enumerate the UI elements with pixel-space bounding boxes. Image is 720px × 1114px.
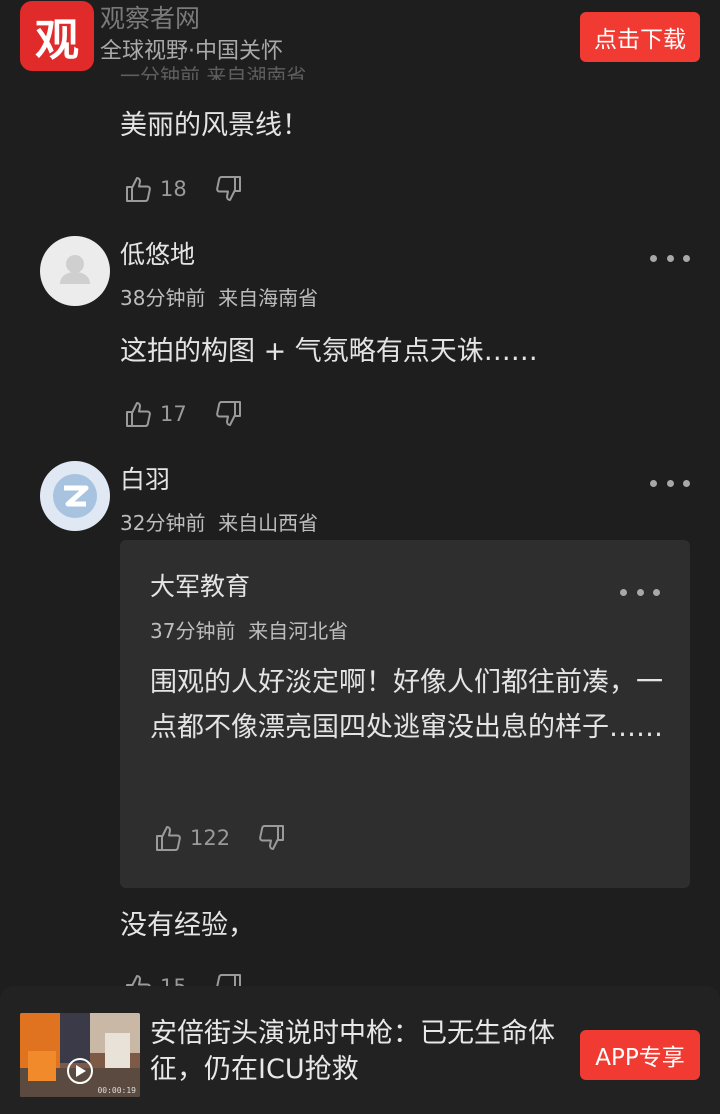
thumbs-up-icon[interactable] — [124, 174, 154, 204]
comment-location: 来自山西省 — [218, 511, 319, 535]
thumbs-up-icon[interactable] — [154, 823, 184, 853]
comment-text: 美丽的风景线！ — [120, 110, 309, 141]
more-options-icon[interactable] — [650, 473, 690, 493]
reply-username[interactable]: 大军教育 — [150, 570, 250, 604]
app-logo[interactable]: 观 — [20, 1, 94, 71]
like-count: 17 — [160, 402, 187, 426]
comment-meta: 38分钟前 来自海南省 — [120, 283, 318, 313]
video-duration: 00:00:19 — [97, 1086, 136, 1095]
avatar[interactable] — [40, 236, 110, 306]
reply-time: 37分钟前 — [150, 619, 236, 643]
thumbs-down-icon[interactable] — [256, 823, 286, 853]
reply-actions: 122 — [154, 821, 286, 855]
comment-text: 没有经验， — [120, 910, 255, 941]
brand-name: 观察者网 — [100, 4, 201, 33]
avatar[interactable] — [40, 461, 110, 531]
news-title[interactable]: 安倍街头演说时中枪：已无生命体征，仍在ICU抢救 — [150, 1016, 560, 1088]
reply-meta: 37分钟前 来自河北省 — [150, 616, 348, 646]
reply-location: 来自河北省 — [248, 619, 349, 643]
comment-time: 38分钟前 — [120, 286, 206, 310]
comment-meta: 32分钟前 来自山西省 — [120, 508, 318, 538]
reply-text: 围观的人好淡定啊！好像人们都往前凑，一点都不像漂亮国四处逃窜没出息的样子…… — [150, 667, 663, 743]
thumbs-down-icon[interactable] — [213, 399, 243, 429]
page: 观 观察者网 全球视野·中国关怀 点击下载 一分钟前 来自湖南省 美丽的风景线！… — [0, 0, 720, 1114]
username[interactable]: 白羽 — [120, 463, 170, 497]
app-exclusive-button[interactable]: APP专享 — [580, 1030, 700, 1080]
comment-time: 32分钟前 — [120, 511, 206, 535]
clipped-comment-meta: 一分钟前 来自湖南省 — [120, 66, 307, 80]
like-count: 18 — [160, 177, 187, 201]
quoted-reply: 大军教育 37分钟前 来自河北省 围观的人好淡定啊！好像人们都往前凑，一点都不像… — [120, 540, 690, 888]
more-options-icon[interactable] — [620, 582, 660, 602]
news-video-thumbnail[interactable]: 00:00:19 — [20, 1013, 140, 1097]
username[interactable]: 低悠地 — [120, 238, 195, 272]
more-options-icon[interactable] — [650, 248, 690, 268]
thumbs-up-icon[interactable] — [124, 399, 154, 429]
comment-actions: 17 — [124, 397, 243, 431]
brand-slogan: 全球视野·中国关怀 — [100, 39, 283, 64]
thumbs-down-icon[interactable] — [213, 174, 243, 204]
app-header: 观 观察者网 全球视野·中国关怀 点击下载 一分钟前 来自湖南省 — [0, 0, 720, 80]
comment-actions: 18 — [124, 172, 243, 206]
comment-text: 这拍的构图 + 气氛略有点天诛…… — [120, 336, 538, 367]
like-count: 122 — [190, 826, 231, 850]
news-promo-bar[interactable]: 00:00:19 安倍街头演说时中枪：已无生命体征，仍在ICU抢救 APP专享 — [0, 986, 720, 1114]
comment-location: 来自海南省 — [218, 286, 319, 310]
download-button[interactable]: 点击下载 — [580, 12, 700, 62]
